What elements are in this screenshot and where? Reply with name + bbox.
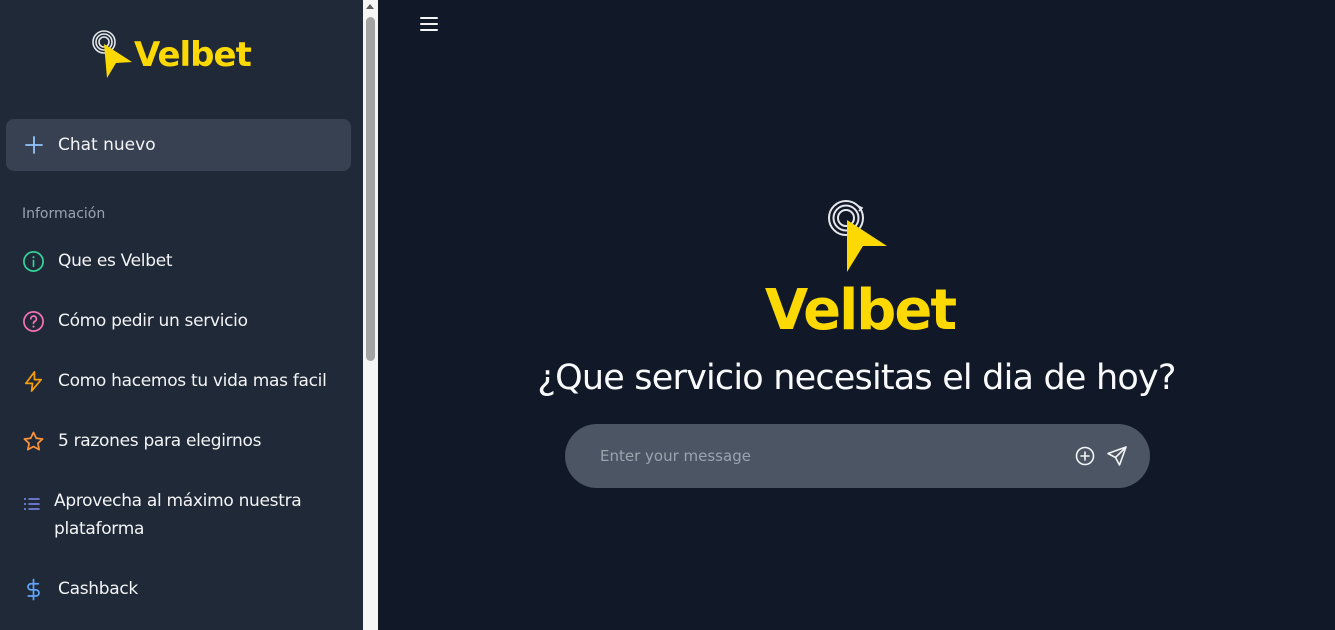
plus-icon xyxy=(25,136,43,154)
sidebar-item-como-hacemos[interactable]: Como hacemos tu vida mas facil xyxy=(22,370,342,395)
scrollbar-thumb[interactable] xyxy=(366,17,375,361)
sidebar-item-que-es-velbet[interactable]: Que es Velbet xyxy=(22,250,342,275)
new-chat-label: Chat nuevo xyxy=(58,135,156,155)
section-title: Información xyxy=(22,206,106,222)
page-title: ¿Que servicio necesitas el dia de hoy? xyxy=(537,358,1176,398)
velbet-logo-icon xyxy=(828,200,887,272)
menu-toggle-button[interactable] xyxy=(420,17,440,33)
brand-logo[interactable]: Velbet xyxy=(90,30,252,80)
main-area: Velbet ¿Que servicio necesitas el dia de… xyxy=(378,0,1335,630)
new-chat-button[interactable]: Chat nuevo xyxy=(6,119,351,171)
sidebar-item-label: 5 razones para elegirnos xyxy=(58,431,262,451)
lightning-icon xyxy=(24,371,43,392)
info-icon xyxy=(23,251,44,272)
sidebar-item-aprovecha[interactable]: Aprovecha al máximo nuestra plataforma xyxy=(22,490,322,543)
star-icon xyxy=(23,431,44,451)
question-icon xyxy=(23,311,44,332)
sidebar-item-label: Que es Velbet xyxy=(58,251,173,271)
sidebar-item-5-razones[interactable]: 5 razones para elegirnos xyxy=(22,430,342,455)
add-attachment-icon[interactable] xyxy=(1074,445,1096,467)
sidebar-item-label: Aprovecha al máximo nuestra plataforma xyxy=(54,491,302,539)
sidebar-item-como-pedir[interactable]: Cómo pedir un servicio xyxy=(22,310,342,335)
sidebar-scrollbar[interactable] xyxy=(363,0,378,630)
center-brand-name: Velbet xyxy=(764,278,957,343)
sidebar-item-label: Cómo pedir un servicio xyxy=(58,311,248,331)
sidebar-item-label: Cashback xyxy=(58,579,138,599)
scroll-up-arrow-icon[interactable] xyxy=(366,4,374,9)
sidebar: Velbet Chat nuevo Información Que es Vel… xyxy=(0,0,363,630)
velbet-logo-icon xyxy=(92,30,132,78)
sidebar-item-label: Como hacemos tu vida mas facil xyxy=(58,371,327,391)
sidebar-item-cashback[interactable]: Cashback xyxy=(22,578,342,603)
message-input[interactable] xyxy=(600,447,1064,465)
send-icon[interactable] xyxy=(1106,445,1128,467)
hamburger-icon xyxy=(420,17,438,19)
brand-name: Velbet xyxy=(134,35,252,75)
list-icon xyxy=(24,498,40,510)
dollar-icon xyxy=(27,578,40,601)
message-composer xyxy=(565,424,1150,488)
